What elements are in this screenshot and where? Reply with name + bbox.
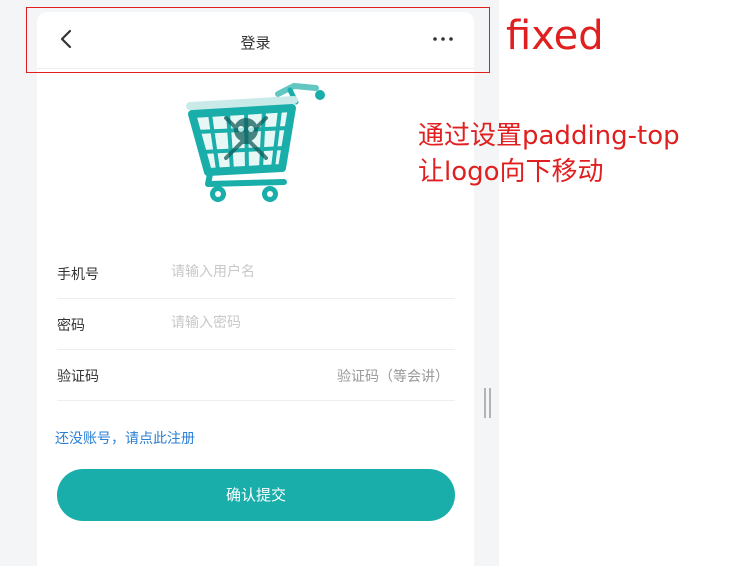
resize-handle[interactable] — [483, 388, 492, 418]
password-input[interactable] — [171, 311, 441, 335]
register-link[interactable]: 还没账号，请点此注册 — [55, 428, 195, 448]
phone-input[interactable] — [171, 260, 441, 284]
phone-label: 手机号 — [57, 267, 99, 283]
phone-row: 手机号 — [57, 248, 455, 299]
fixed-annotation-label: fixed — [506, 13, 604, 59]
padding-annotation: 通过设置padding-top 让logo向下移动 — [418, 118, 736, 190]
code-row: 验证码 验证码（等会讲） — [57, 350, 455, 401]
get-code-button[interactable]: 验证码（等会讲） — [337, 366, 449, 386]
password-label: 密码 — [57, 318, 85, 334]
submit-button[interactable]: 确认提交 — [57, 469, 455, 521]
annotation-line-2: 让logo向下移动 — [418, 157, 604, 187]
password-row: 密码 — [57, 299, 455, 350]
annotation-line-1: 通过设置padding-top — [418, 121, 680, 151]
code-label: 验证码 — [57, 369, 99, 385]
fixed-annotation-box — [26, 7, 490, 73]
shopping-cart-skull-icon — [186, 80, 328, 206]
